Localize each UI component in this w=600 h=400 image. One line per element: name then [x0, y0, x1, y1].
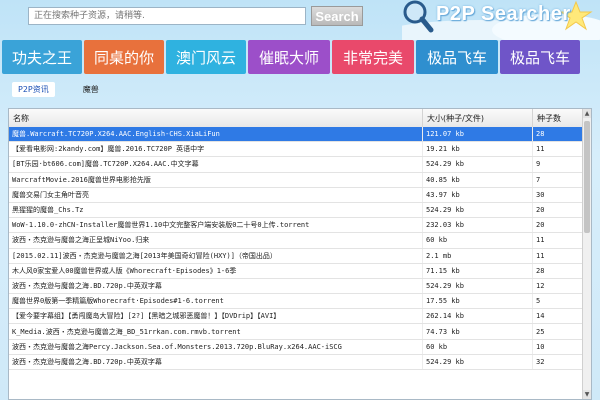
cell-name: 【爱看电影网:2kandy.com】魔兽.2016.TC720P 英语中字 [9, 142, 423, 157]
cell-seeds: 32 [533, 354, 585, 369]
table-row[interactable]: 【爱今要字幕组】【勇闯魔岛大冒险】[2?]【黑暗之城邪恶魔兽！】【DVDrip】… [9, 309, 585, 325]
cell-size: 19.21 kb [423, 142, 533, 157]
table-header: 名称 大小(种子/文件) 种子数 [9, 109, 585, 128]
cell-seeds: 11 [533, 233, 585, 248]
cell-seeds: 11 [533, 248, 585, 263]
search-input[interactable] [28, 7, 306, 25]
table-row[interactable]: WarcraftMovie.2016魔兽世界电影抢先版 40.85 kb 7 [9, 172, 585, 188]
vertical-scrollbar[interactable]: ▲ ▼ [582, 109, 591, 399]
cell-size: 40.85 kb [423, 172, 533, 187]
cell-name: 魔兽世界0版第一季精篇版Whorecraft·Episodes#1-6.torr… [9, 294, 423, 309]
cell-name: 魔兽交易门女主角叶音亮 [9, 187, 423, 202]
cell-seeds: 14 [533, 309, 585, 324]
cell-size: 60 kb [423, 233, 533, 248]
cell-size: 74.73 kb [423, 324, 533, 339]
table-row[interactable]: WoW-1.10.0-zhCN-Installer魔兽世界1.10中文完整客户端… [9, 218, 585, 234]
table-row[interactable]: 魔兽交易门女主角叶音亮 43.97 kb 30 [9, 187, 585, 203]
table-row[interactable]: [2015.02.11]波西・杰克逊与魔兽之海[2013年美国奇幻冒险(HXY)… [9, 248, 585, 264]
nav-tabs: 功夫之王 同桌的你 澳门风云 催眠大师 非常完美 极品飞车 极品飞车 [2, 40, 580, 76]
cell-size: 232.03 kb [423, 218, 533, 233]
cell-seeds: 28 [533, 127, 585, 142]
cell-size: 43.97 kb [423, 187, 533, 202]
cell-size: 524.29 kb [423, 278, 533, 294]
nav-tab[interactable]: 催眠大师 [248, 40, 330, 74]
breadcrumb-current: 魔兽 [82, 84, 99, 94]
cell-size: 524.29 kb [423, 157, 533, 172]
cell-seeds: 12 [533, 278, 585, 294]
cell-seeds: 11 [533, 142, 585, 157]
table-row[interactable]: 波西・杰克逊与魔兽之海Percy.Jackson.Sea.of.Monsters… [9, 339, 585, 355]
cell-name: [2015.02.11]波西・杰克逊与魔兽之海[2013年美国奇幻冒险(HXY)… [9, 248, 423, 263]
cell-name: 波西・杰克逊与魔兽之海.BD.720p.中英双字幕 [9, 354, 423, 369]
scroll-down-icon[interactable]: ▼ [583, 390, 591, 399]
scrollbar-thumb[interactable] [584, 121, 590, 233]
cell-seeds: 10 [533, 339, 585, 354]
table-row[interactable]: 魔兽.Warcraft.TC720P.X264.AAC.English-CHS.… [9, 127, 585, 143]
table-row[interactable]: 魔兽世界0版第一季精篇版Whorecraft·Episodes#1-6.torr… [9, 294, 585, 310]
cell-seeds: 5 [533, 294, 585, 309]
cell-seeds: 7 [533, 172, 585, 187]
table-row[interactable]: 波西・杰克逊与魔兽之海正呈城NiYoo.归来 60 kb 11 [9, 233, 585, 249]
cell-size: 71.15 kb [423, 263, 533, 278]
nav-tab[interactable]: 极品飞车 [500, 40, 580, 74]
magnifier-icon [403, 0, 434, 33]
cell-size: 262.14 kb [423, 309, 533, 324]
cell-seeds: 9 [533, 157, 585, 172]
cell-size: 524.29 kb [423, 354, 533, 369]
table-body: 魔兽.Warcraft.TC720P.X264.AAC.English-CHS.… [9, 127, 585, 370]
cell-name: WarcraftMovie.2016魔兽世界电影抢先版 [9, 172, 423, 187]
column-header-name[interactable]: 名称 [9, 109, 423, 127]
cell-name: 木人风0家宝爱人00魔兽世界或人版《Whorecraft·Episodes》1-… [9, 263, 423, 278]
nav-tab[interactable]: 功夫之王 [2, 40, 82, 74]
breadcrumb-link[interactable]: P2P资讯 [12, 81, 55, 97]
cell-name: K_Media.波西・杰克逊与魔兽之海_BD_51rrkan.com.rmvb.… [9, 324, 423, 339]
cell-name: [BT乐园·bt606.com]魔兽.TC720P.X264.AAC.中文字幕 [9, 157, 423, 172]
cell-size: 2.1 mb [423, 248, 533, 263]
cell-name: 波西・杰克逊与魔兽之海正呈城NiYoo.归来 [9, 233, 423, 248]
nav-tab[interactable]: 非常完美 [332, 40, 414, 74]
cell-size: 17.55 kb [423, 294, 533, 309]
cell-name: 【爱今要字幕组】【勇闯魔岛大冒险】[2?]【黑暗之城邪恶魔兽！】【DVDrip】… [9, 309, 423, 324]
table-row[interactable]: 黑猩猩的魔兽_Chs.Tz 524.29 kb 20 [9, 202, 585, 219]
scroll-up-icon[interactable]: ▲ [583, 109, 591, 118]
column-header-seeds[interactable]: 种子数 [533, 109, 585, 127]
cell-name: 波西・杰克逊与魔兽之海.BD.720p.中英双字幕 [9, 278, 423, 294]
cell-size: 121.07 kb [423, 127, 533, 142]
table-row[interactable]: 木人风0家宝爱人00魔兽世界或人版《Whorecraft·Episodes》1-… [9, 263, 585, 279]
cell-size: 60 kb [423, 339, 533, 354]
cell-name: 魔兽.Warcraft.TC720P.X264.AAC.English-CHS.… [9, 127, 423, 142]
table-row[interactable]: K_Media.波西・杰克逊与魔兽之海_BD_51rrkan.com.rmvb.… [9, 324, 585, 340]
cell-seeds: 20 [533, 218, 585, 233]
breadcrumb: P2P资讯 魔兽 [4, 80, 99, 98]
cell-size: 524.29 kb [423, 202, 533, 218]
cell-seeds: 30 [533, 187, 585, 202]
table-row[interactable]: [BT乐园·bt606.com]魔兽.TC720P.X264.AAC.中文字幕 5… [9, 157, 585, 173]
cell-seeds: 20 [533, 202, 585, 218]
logo-text: P2P Searcher [436, 3, 571, 25]
top-bar: Search P2P Searcher [0, 0, 600, 42]
table-row[interactable]: 【爱看电影网:2kandy.com】魔兽.2016.TC720P 英语中字 19.… [9, 142, 585, 158]
cell-name: 黑猩猩的魔兽_Chs.Tz [9, 202, 423, 218]
cell-name: WoW-1.10.0-zhCN-Installer魔兽世界1.10中文完整客户端… [9, 218, 423, 233]
nav-tab[interactable]: 澳门风云 [166, 40, 246, 74]
column-header-size[interactable]: 大小(种子/文件) [423, 109, 533, 127]
results-table: 名称 大小(种子/文件) 种子数 魔兽.Warcraft.TC720P.X264… [8, 108, 592, 400]
nav-tab[interactable]: 极品飞车 [416, 40, 498, 74]
cell-name: 波西・杰克逊与魔兽之海Percy.Jackson.Sea.of.Monsters… [9, 339, 423, 354]
cell-seeds: 25 [533, 324, 585, 339]
cell-seeds: 28 [533, 263, 585, 278]
search-button[interactable]: Search [311, 6, 363, 26]
nav-tab[interactable]: 同桌的你 [84, 40, 164, 74]
table-row[interactable]: 波西・杰克逊与魔兽之海.BD.720p.中英双字幕 524.29 kb 32 [9, 354, 585, 370]
table-row[interactable]: 波西・杰克逊与魔兽之海.BD.720p.中英双字幕 524.29 kb 12 [9, 278, 585, 295]
